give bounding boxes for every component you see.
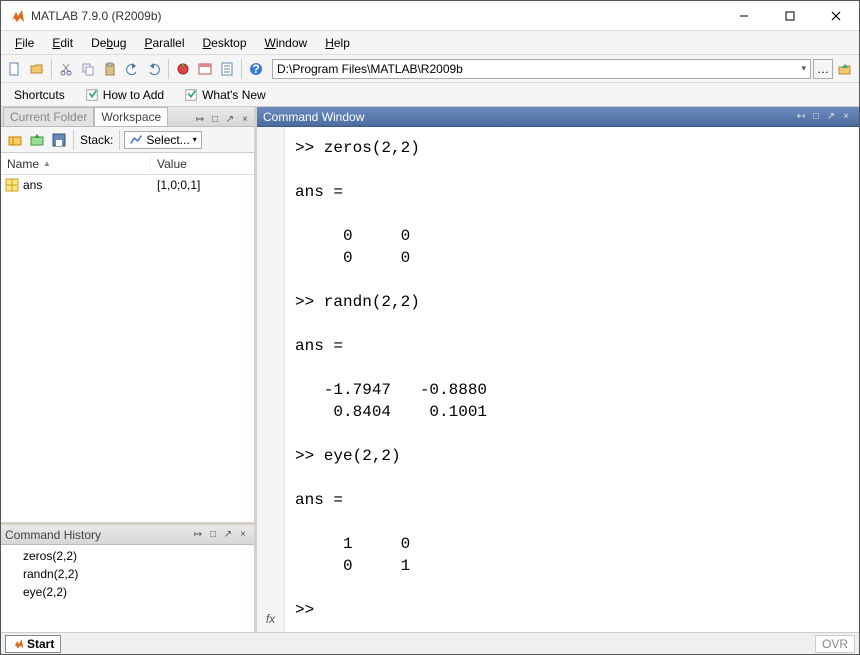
command-history-title: Command History [5,528,101,542]
toolbar-divider [51,59,52,79]
toolbar-divider [119,130,120,150]
path-text: D:\Program Files\MATLAB\R2009b [277,62,801,76]
undo-button[interactable] [122,59,142,79]
history-line[interactable]: eye(2,2) [23,583,254,601]
window-title: MATLAB 7.9.0 (R2009b) [31,9,721,23]
menu-bar: File Edit Debug Parallel Desktop Window … [1,31,859,55]
start-button[interactable]: Start [5,635,61,653]
profiler-button[interactable] [217,59,237,79]
tab-workspace[interactable]: Workspace [94,107,168,126]
fx-icon[interactable]: fx [266,612,275,626]
new-file-button[interactable] [5,59,25,79]
command-window-title: Command Window [263,110,364,124]
workspace-body[interactable]: ans [1,0;0,1] [1,175,254,522]
var-value: [1,0;0,1] [151,178,254,192]
toolbar-divider [241,59,242,79]
shortcuts-label: Shortcuts [7,85,72,105]
help-button[interactable]: ? [246,59,266,79]
copy-button[interactable] [78,59,98,79]
shortcuts-bar: Shortcuts How to Add What's New [1,83,859,107]
variable-icon [5,178,19,192]
dropdown-icon: ▾ [193,135,197,144]
command-history-header: Command History ↦ □ ↗ × [1,525,254,545]
command-history-body[interactable]: zeros(2,2) randn(2,2) eye(2,2) [1,545,254,632]
matlab-logo-icon [9,8,25,24]
ovr-indicator: OVR [815,635,855,653]
col-name-header[interactable]: Name ▲ [1,157,151,171]
menu-file[interactable]: File [7,34,42,52]
panel-arrow-icon[interactable]: ↦ [191,528,205,542]
panel-arrow-icon[interactable]: ↦ [193,112,207,126]
menu-window[interactable]: Window [257,34,316,52]
panel-close-icon[interactable]: × [238,112,252,126]
browse-folder-button[interactable]: … [813,59,833,79]
howto-add-shortcut[interactable]: How to Add [78,85,171,105]
matlab-logo-icon [12,638,24,650]
panel-close-icon[interactable]: × [236,528,250,542]
start-label: Start [27,637,54,651]
workspace-columns: Name ▲ Value [1,153,254,175]
menu-desktop[interactable]: Desktop [194,34,254,52]
command-window-header: Command Window ↤ □ ↗ × [257,107,859,127]
panel-undock-icon[interactable]: ↗ [824,110,838,124]
whatsnew-icon [184,88,198,102]
col-value-header[interactable]: Value [151,157,254,171]
import-button[interactable] [27,130,47,150]
stack-label: Stack: [80,133,113,147]
toolbar-divider [168,59,169,79]
plot-icon [129,133,143,147]
new-var-button[interactable] [5,130,25,150]
menu-edit[interactable]: Edit [44,34,81,52]
close-button[interactable] [813,1,859,31]
howto-icon [85,88,99,102]
panel-restore-icon[interactable]: □ [206,528,220,542]
panel-arrow-icon[interactable]: ↤ [794,110,808,124]
command-window-text[interactable]: >> zeros(2,2) ans = 0 0 0 0 >> randn(2,2… [285,127,859,632]
workspace-row[interactable]: ans [1,0;0,1] [1,175,254,195]
panel-close-icon[interactable]: × [839,110,853,124]
paste-button[interactable] [100,59,120,79]
save-button[interactable] [49,130,69,150]
whatsnew-label: What's New [202,88,266,102]
history-line[interactable]: randn(2,2) [23,565,254,583]
whatsnew-shortcut[interactable]: What's New [177,85,273,105]
tab-current-folder[interactable]: Current Folder [3,107,94,126]
svg-text:?: ? [252,62,259,76]
panel-undock-icon[interactable]: ↗ [221,528,235,542]
cut-button[interactable] [56,59,76,79]
sort-asc-icon: ▲ [43,159,51,168]
plot-select[interactable]: Select... ▾ [124,131,201,149]
toolbar-divider [73,130,74,150]
guide-button[interactable] [195,59,215,79]
panel-restore-icon[interactable]: □ [809,110,823,124]
current-folder-path[interactable]: D:\Program Files\MATLAB\R2009b ▾ [272,59,811,79]
title-bar: MATLAB 7.9.0 (R2009b) [1,1,859,31]
maximize-button[interactable] [767,1,813,31]
panel-undock-icon[interactable]: ↗ [223,112,237,126]
left-panel-tabs: Current Folder Workspace ↦ □ ↗ × [1,107,254,127]
var-name: ans [23,178,42,192]
up-folder-button[interactable] [835,59,855,79]
minimize-button[interactable] [721,1,767,31]
howto-label: How to Add [103,88,164,102]
simulink-button[interactable] [173,59,193,79]
menu-help[interactable]: Help [317,34,358,52]
command-window-panel: Command Window ↤ □ ↗ × fx >> zeros(2,2) … [257,107,859,632]
redo-button[interactable] [144,59,164,79]
menu-debug[interactable]: Debug [83,34,134,52]
cw-gutter: fx [257,127,285,632]
history-line[interactable]: zeros(2,2) [23,547,254,565]
workspace-toolbar: Stack: Select... ▾ [1,127,254,153]
menu-parallel[interactable]: Parallel [136,34,192,52]
status-bar: Start OVR [1,632,859,654]
select-label: Select... [146,133,189,147]
dropdown-icon[interactable]: ▾ [801,63,806,74]
panel-restore-icon[interactable]: □ [208,112,222,126]
open-file-button[interactable] [27,59,47,79]
command-history-panel: Command History ↦ □ ↗ × zeros(2,2) randn… [1,522,254,632]
main-toolbar: ? D:\Program Files\MATLAB\R2009b ▾ … [1,55,859,83]
